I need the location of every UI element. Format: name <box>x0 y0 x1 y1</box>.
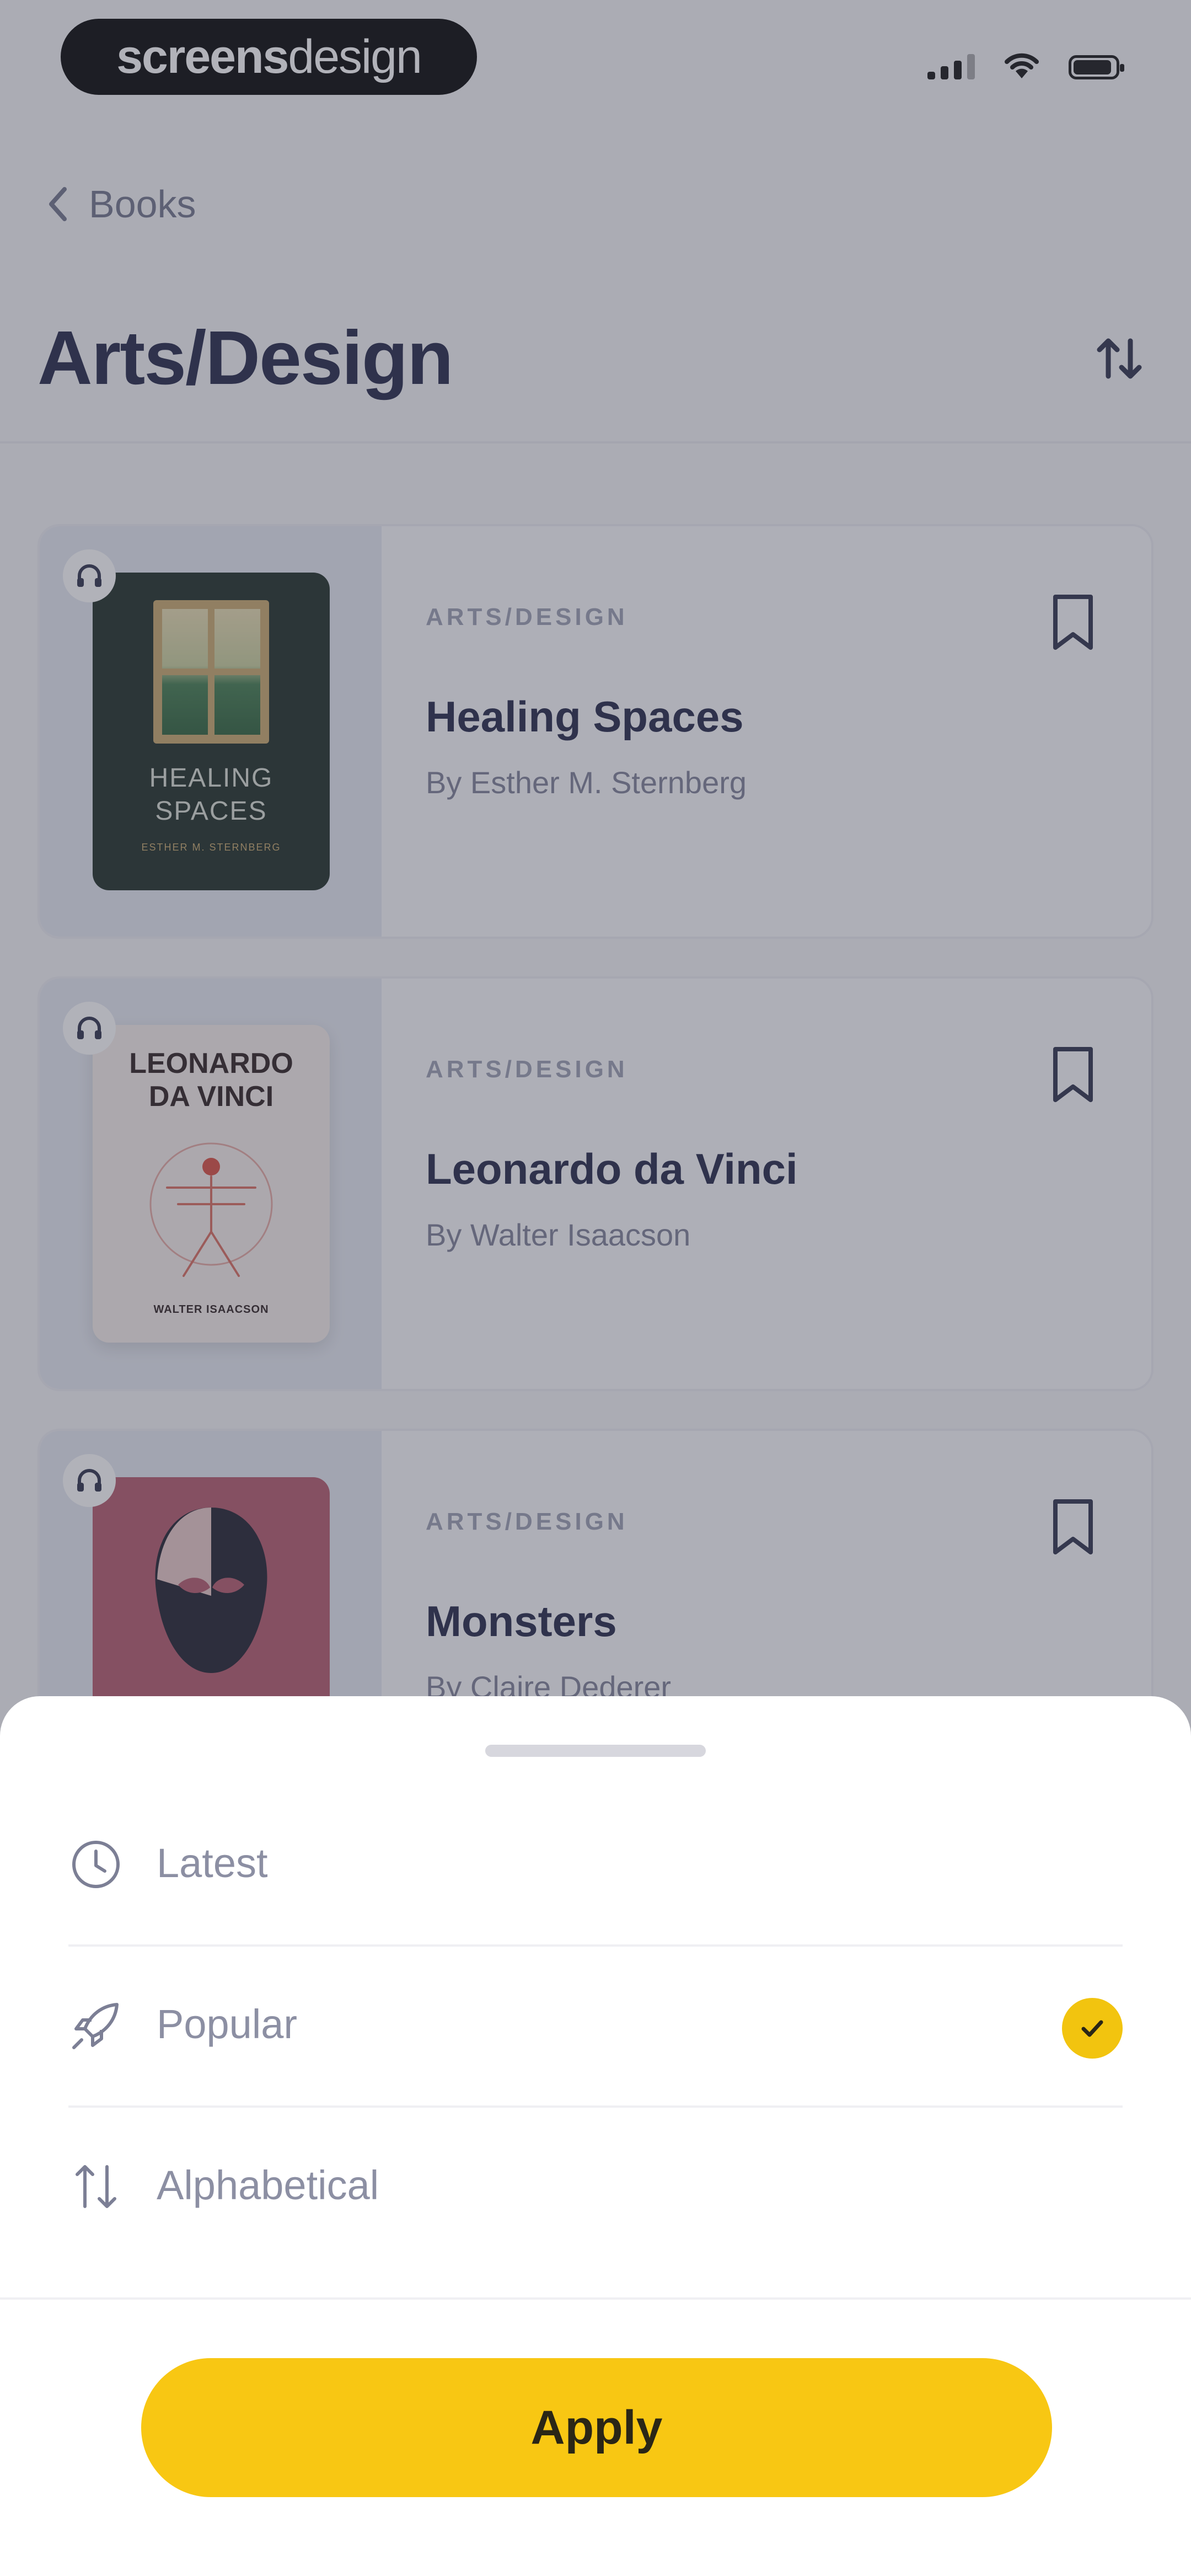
rocket-icon <box>72 2003 119 2049</box>
sheet-drag-handle[interactable] <box>485 1745 706 1757</box>
apply-button[interactable]: Apply <box>141 2358 1052 2497</box>
sort-option-label: Latest <box>157 1840 268 1886</box>
clock-icon <box>72 1841 120 1888</box>
sort-option-popular[interactable]: Popular <box>68 1946 1123 2105</box>
selected-check-icon <box>1062 1998 1123 2059</box>
sort-bottom-sheet: Latest Popular Alphabetical Apply <box>0 1696 1191 2576</box>
sort-option-label: Alphabetical <box>157 2162 379 2208</box>
sheet-footer-divider <box>0 2297 1191 2300</box>
checkmark-icon <box>1081 2020 1103 2037</box>
phone-screen: screens design Books Arts/Design HEALING… <box>0 0 1191 2576</box>
sort-arrows-icon <box>76 2165 116 2208</box>
sort-option-alphabetical[interactable]: Alphabetical <box>68 2107 1123 2267</box>
sort-option-latest[interactable]: Latest <box>68 1784 1123 1944</box>
sort-option-label: Popular <box>157 2001 298 2047</box>
